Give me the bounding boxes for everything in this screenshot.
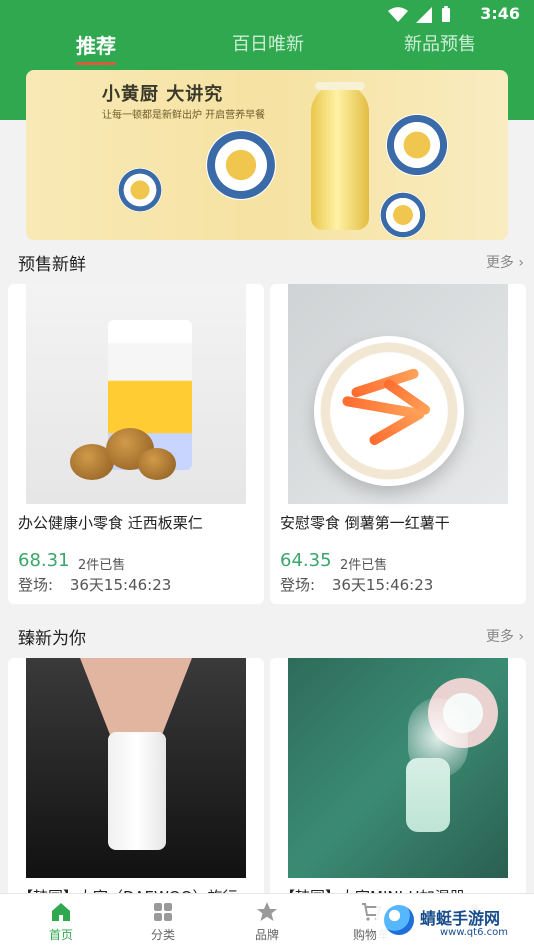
banner-title: 小黄厨 大讲究 — [102, 84, 224, 105]
watermark-brand: 蜻蜓手游网 — [420, 909, 501, 928]
food-plate-image — [206, 130, 276, 200]
debut-label: 登场: — [280, 576, 316, 594]
grid-icon — [154, 903, 172, 921]
product-card[interactable]: 办公健康小零食 迁西板栗仁 68.31 2件已售 登场: 36天15:46:23 — [8, 284, 264, 604]
nav-label: 首页 — [48, 928, 73, 942]
status-time: 3:46 — [480, 4, 520, 23]
product-image-chestnut — [26, 284, 246, 504]
nav-label: 品牌 — [254, 928, 279, 942]
more-label: 更多 — [485, 255, 514, 271]
nav-brand[interactable]: 品牌 — [232, 900, 302, 943]
more-link-new-for-you[interactable]: 更多 › — [486, 626, 524, 646]
status-icons — [388, 6, 452, 28]
egg-cooker-image — [311, 82, 369, 230]
star-icon — [257, 902, 277, 921]
signal-icon — [416, 7, 432, 27]
product-card[interactable]: 【韩国】大宇（DAEWOO）旅行 — [8, 658, 264, 898]
site-watermark: 蜻蜓手游网 www.qt6.com — [376, 899, 524, 943]
product-card[interactable]: 【韩国】大宇MINI-H加湿器 — [270, 658, 526, 898]
more-label: 更多 — [485, 629, 514, 645]
nav-category[interactable]: 分类 — [128, 900, 198, 943]
nav-home[interactable]: 首页 — [26, 900, 96, 943]
section-title-presale: 预售新鲜 — [18, 255, 86, 275]
product-sold: 2件已售 — [340, 558, 388, 573]
humidifier-image — [406, 758, 450, 832]
product-card[interactable]: 安慰零食 倒薯第一红薯干 64.35 2件已售 登场: 36天15:46:23 — [270, 284, 526, 604]
food-plate-image — [380, 192, 426, 238]
product-image-humidifier — [288, 658, 508, 878]
product-debut: 登场: 36天15:46:23 — [280, 574, 433, 595]
product-price: 64.35 — [280, 550, 332, 571]
battery-icon — [440, 6, 452, 28]
product-price: 68.31 — [18, 550, 70, 571]
product-image-travel-kettle — [26, 658, 246, 878]
product-sold: 2件已售 — [78, 558, 126, 573]
product-name: 办公健康小零食 迁西板栗仁 — [18, 514, 203, 532]
banner-subtitle: 让每一顿都是新鲜出炉 开启营养早餐 — [102, 110, 266, 121]
debut-time: 36天15:46:23 — [69, 576, 172, 594]
home-icon — [52, 903, 70, 921]
debut-time: 36天15:46:23 — [331, 576, 434, 594]
debut-label: 登场: — [18, 576, 54, 594]
chevron-right-icon: › — [518, 255, 524, 271]
travel-kettle-image — [108, 732, 166, 850]
food-plate-image — [386, 114, 448, 176]
dragonfly-logo-icon — [384, 905, 414, 935]
wifi-icon — [388, 7, 408, 27]
promo-banner[interactable]: 小黄厨 大讲究 让每一顿都是新鲜出炉 开启营养早餐 — [26, 70, 508, 240]
product-image-sweet-potato — [288, 284, 508, 504]
more-link-presale[interactable]: 更多 › — [486, 252, 524, 272]
status-bar: 3:46 — [0, 0, 534, 28]
section-title-new-for-you: 臻新为你 — [18, 629, 86, 649]
food-plate-image — [118, 168, 162, 212]
tab-100-days-new[interactable]: 百日唯新 — [232, 30, 304, 56]
chestnut-image — [138, 448, 176, 480]
chevron-right-icon: › — [518, 629, 524, 645]
product-name: 安慰零食 倒薯第一红薯干 — [280, 514, 450, 532]
watermark-domain: www.qt6.com — [440, 927, 508, 938]
tab-recommend[interactable]: 推荐 — [76, 30, 116, 65]
product-debut: 登场: 36天15:46:23 — [18, 574, 171, 595]
tab-new-presale[interactable]: 新品预售 — [404, 30, 476, 56]
nav-label: 分类 — [150, 928, 175, 942]
bottom-navigation: 首页 分类 品牌 购物车 蜻蜓手游网 www.qt6.com — [0, 893, 534, 949]
